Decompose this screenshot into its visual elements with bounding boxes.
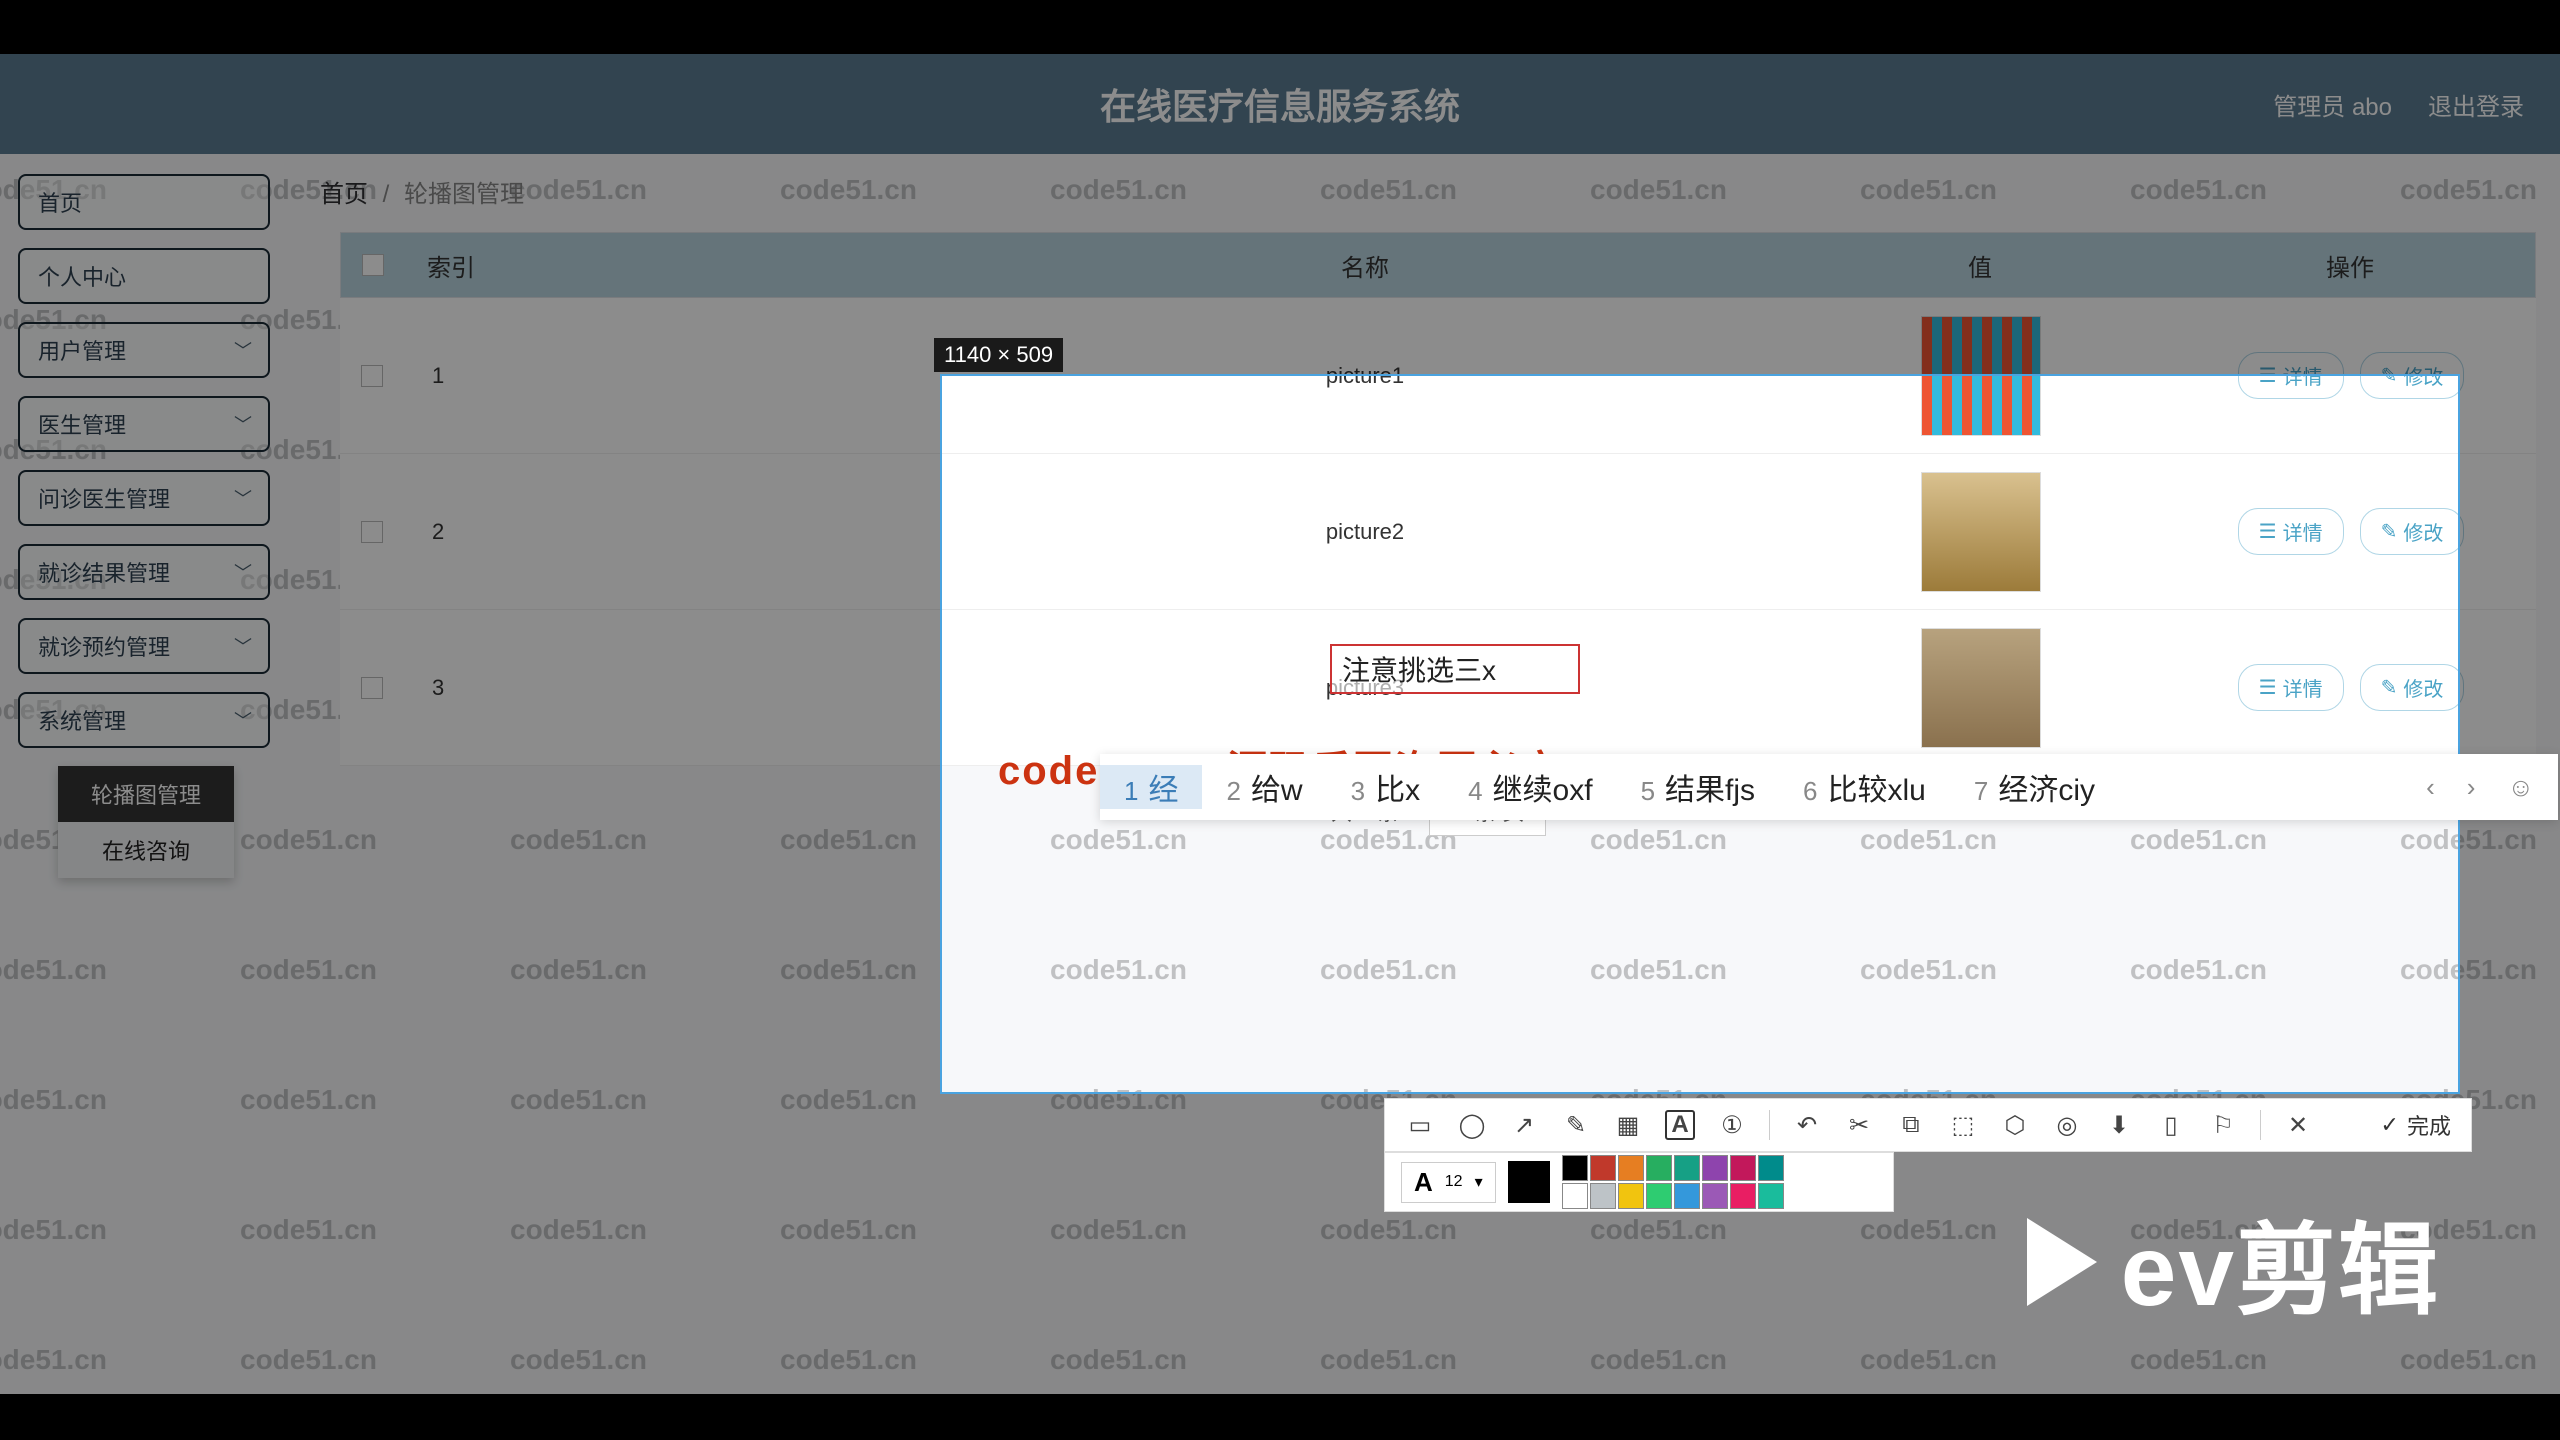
current-color-swatch[interactable] — [1508, 1161, 1550, 1203]
color-swatch[interactable] — [1562, 1183, 1588, 1209]
ime-candidate[interactable]: 3比x — [1327, 765, 1444, 809]
logout-link[interactable]: 退出登录 — [2428, 87, 2524, 122]
color-swatch[interactable] — [1646, 1183, 1672, 1209]
chevron-down-icon: ﹀ — [234, 485, 252, 511]
counter-icon[interactable]: ① — [1717, 1110, 1747, 1140]
ime-prev-icon[interactable]: ‹ — [2426, 772, 2435, 803]
ime-candidate[interactable]: 7经济ciy — [1950, 765, 2119, 809]
col-ops: 操作 — [2165, 233, 2535, 297]
ime-next-icon[interactable]: › — [2467, 772, 2476, 803]
snip-toolbar: ▭ ◯ ↗ ✎ ▦ A ① ↶ ✂ ⧉ ⬚ ⬡ ◎ ⬇ ▯ ⚐ ✕ ✓完成 — [1384, 1098, 2472, 1152]
download-icon[interactable]: ⬇ — [2104, 1110, 2134, 1140]
breadcrumb: 首页 / 轮播图管理 — [320, 174, 524, 209]
color-swatch[interactable] — [1590, 1183, 1616, 1209]
row-checkbox[interactable] — [361, 365, 383, 387]
sidebar-sub-consult[interactable]: 在线咨询 — [58, 822, 234, 878]
sidebar-item-consult-doctor[interactable]: 问诊医生管理﹀ — [18, 470, 270, 526]
color-swatch[interactable] — [1562, 1155, 1588, 1181]
color-swatch[interactable] — [1590, 1155, 1616, 1181]
copy-icon[interactable]: ⧉ — [1896, 1110, 1926, 1140]
color-swatch[interactable] — [1730, 1183, 1756, 1209]
snip-border[interactable] — [940, 374, 2460, 1094]
font-size-select[interactable]: A 12 ▾ — [1401, 1162, 1496, 1203]
device-icon[interactable]: ▯ — [2156, 1110, 2186, 1140]
text-style-toolbar: A 12 ▾ — [1384, 1152, 1894, 1212]
color-swatch[interactable] — [1674, 1155, 1700, 1181]
admin-label: 管理员 abo — [2273, 87, 2392, 122]
close-icon[interactable]: ✕ — [2283, 1110, 2313, 1140]
ime-candidate[interactable]: 2给w — [1202, 765, 1326, 809]
col-value: 值 — [1795, 233, 2165, 297]
breadcrumb-home[interactable]: 首页 — [320, 181, 368, 208]
chevron-down-icon: ﹀ — [234, 559, 252, 585]
rect-icon[interactable]: ▭ — [1405, 1110, 1435, 1140]
chevron-down-icon: ﹀ — [234, 411, 252, 437]
ime-candidate[interactable]: 6比较xlu — [1779, 765, 1950, 809]
snip-dimensions: 1140 × 509 — [934, 338, 1063, 372]
text-annotation-box[interactable]: 注意挑选三x — [1330, 644, 1580, 694]
row-checkbox[interactable] — [361, 677, 383, 699]
sidebar: 首页 个人中心 用户管理﹀ 医生管理﹀ 问诊医生管理﹀ 就诊结果管理﹀ 就诊预约… — [18, 174, 270, 878]
ellipse-icon[interactable]: ◯ — [1457, 1110, 1487, 1140]
pin-icon[interactable]: ⬡ — [2000, 1110, 2030, 1140]
chevron-down-icon: ﹀ — [234, 337, 252, 363]
sidebar-sub-carousel[interactable]: 轮播图管理 — [58, 766, 234, 822]
sidebar-item-home[interactable]: 首页 — [18, 174, 270, 230]
color-swatch[interactable] — [1618, 1183, 1644, 1209]
play-icon — [2027, 1218, 2097, 1306]
color-swatch[interactable] — [1758, 1183, 1784, 1209]
mosaic-icon[interactable]: ▦ — [1613, 1110, 1643, 1140]
ime-candidate-bar: 1经 2给w 3比x 4继续oxf 5结果fjs 6比较xlu 7经济ciy ‹… — [1100, 754, 2558, 820]
chevron-down-icon: ﹀ — [234, 633, 252, 659]
row-checkbox[interactable] — [361, 521, 383, 543]
ime-candidate[interactable]: 1经 — [1100, 765, 1202, 809]
cut-icon[interactable]: ✂ — [1844, 1110, 1874, 1140]
sidebar-item-appointment[interactable]: 就诊预约管理﹀ — [18, 618, 270, 674]
ime-candidate[interactable]: 4继续oxf — [1444, 765, 1617, 809]
arrow-icon[interactable]: ↗ — [1509, 1110, 1539, 1140]
color-swatch[interactable] — [1618, 1155, 1644, 1181]
breadcrumb-current: 轮播图管理 — [404, 181, 524, 208]
ev-logo: ev剪辑 — [2027, 1189, 2440, 1334]
col-index: 索引 — [405, 233, 935, 297]
check-icon: ✓ — [2381, 1112, 2399, 1138]
app-header: 在线医疗信息服务系统 管理员 abo 退出登录 — [0, 54, 2560, 154]
chevron-down-icon: ﹀ — [234, 707, 252, 733]
target-icon[interactable]: ◎ — [2052, 1110, 2082, 1140]
sidebar-item-doctor[interactable]: 医生管理﹀ — [18, 396, 270, 452]
sidebar-item-result[interactable]: 就诊结果管理﹀ — [18, 544, 270, 600]
text-icon[interactable]: A — [1665, 1110, 1695, 1140]
sidebar-item-profile[interactable]: 个人中心 — [18, 248, 270, 304]
color-swatch[interactable] — [1702, 1155, 1728, 1181]
ime-candidate[interactable]: 5结果fjs — [1617, 765, 1779, 809]
color-swatch[interactable] — [1758, 1155, 1784, 1181]
sidebar-submenu: 轮播图管理 在线咨询 — [58, 766, 234, 878]
color-swatch[interactable] — [1702, 1183, 1728, 1209]
checkbox-all[interactable] — [362, 254, 384, 276]
undo-icon[interactable]: ↶ — [1792, 1110, 1822, 1140]
ime-emoji-icon[interactable]: ☺ — [2507, 772, 2534, 803]
app-title: 在线医疗信息服务系统 — [1100, 78, 1460, 130]
chevron-down-icon: ▾ — [1475, 1172, 1483, 1192]
col-name: 名称 — [935, 233, 1795, 297]
sidebar-item-system[interactable]: 系统管理﹀ — [18, 692, 270, 748]
done-button[interactable]: ✓完成 — [2381, 1109, 2451, 1141]
ocr-icon[interactable]: ⬚ — [1948, 1110, 1978, 1140]
bookmark-icon[interactable]: ⚐ — [2208, 1110, 2238, 1140]
sidebar-item-user[interactable]: 用户管理﹀ — [18, 322, 270, 378]
color-swatch[interactable] — [1646, 1155, 1672, 1181]
color-palette — [1562, 1155, 1784, 1209]
color-swatch[interactable] — [1730, 1155, 1756, 1181]
color-swatch[interactable] — [1674, 1183, 1700, 1209]
pencil-icon[interactable]: ✎ — [1561, 1110, 1591, 1140]
